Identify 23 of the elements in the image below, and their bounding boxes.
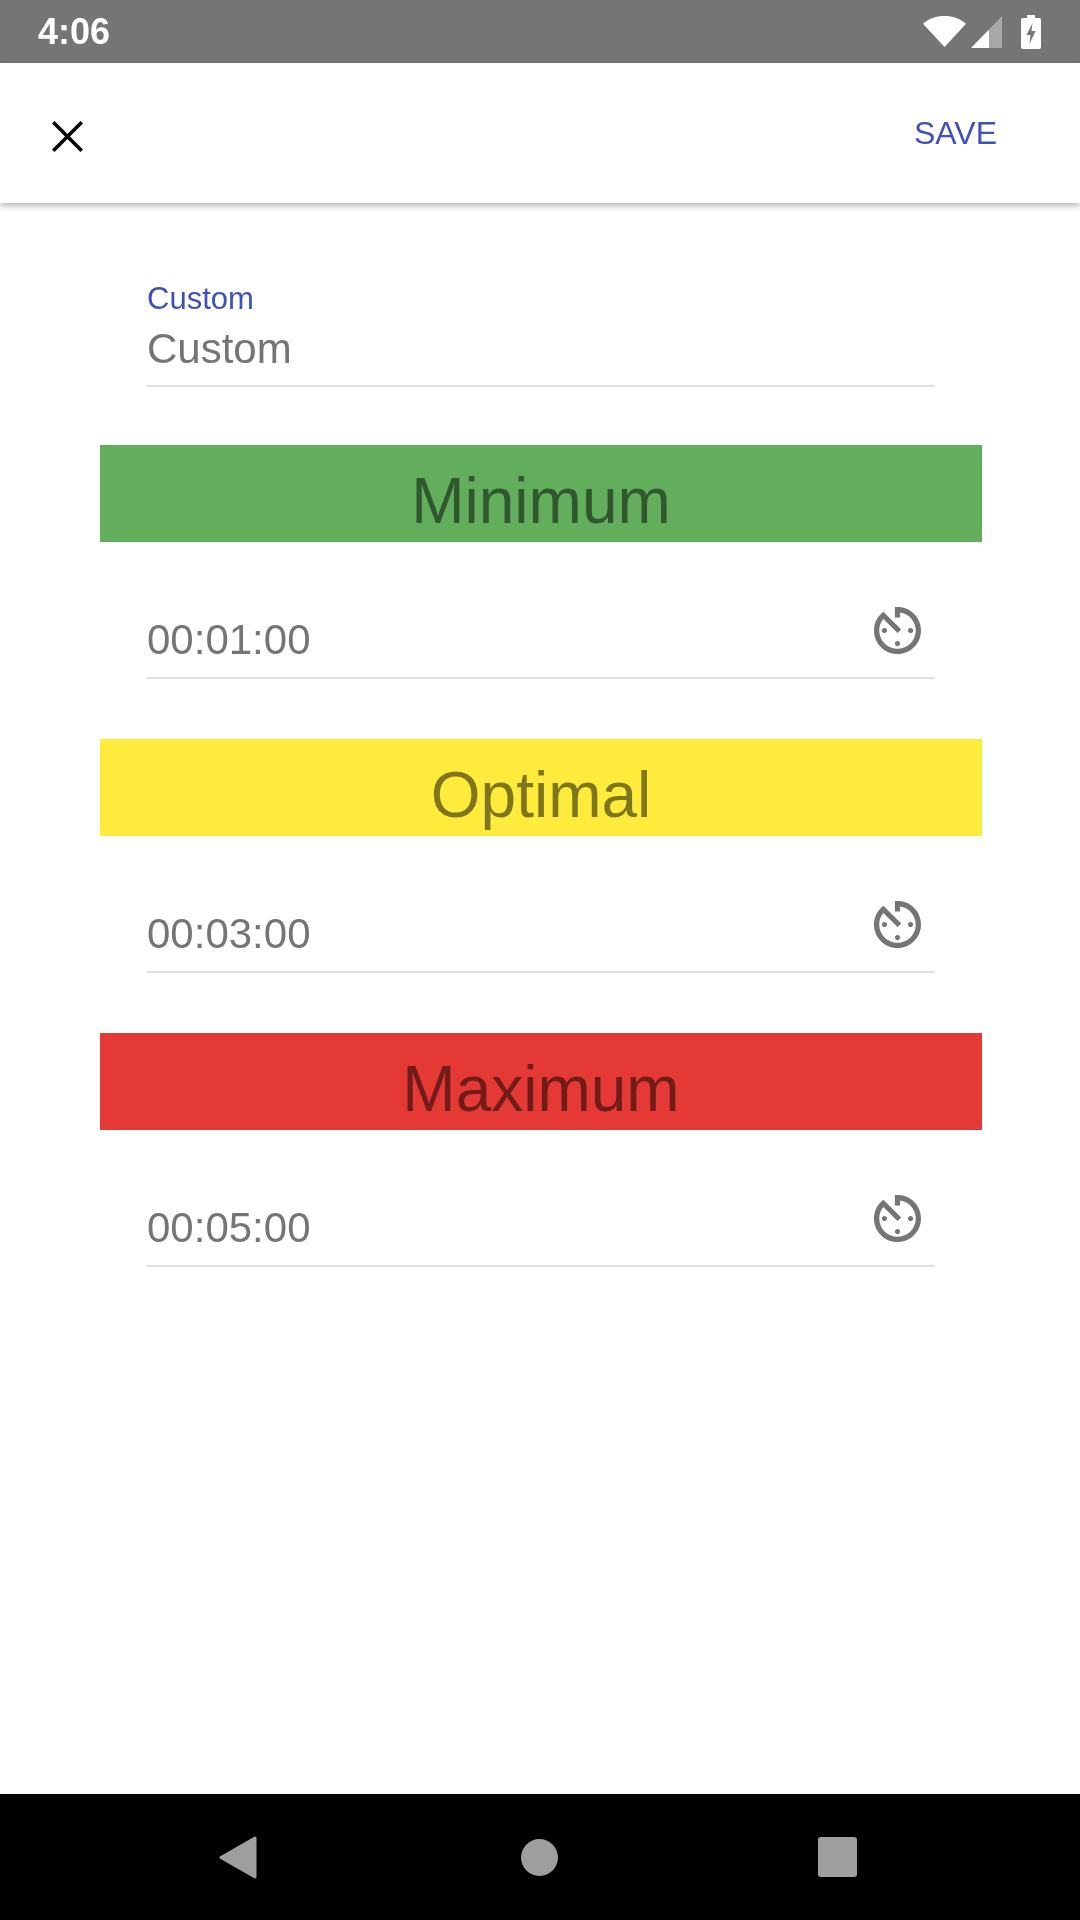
time-value: 00:01:00 <box>147 615 311 664</box>
time-value: 00:03:00 <box>147 909 311 958</box>
range-header: Minimum <box>100 444 982 542</box>
field-value: Custom <box>147 324 292 373</box>
signal-icon <box>971 15 1002 48</box>
timer-icon[interactable] <box>874 1194 921 1242</box>
range-header: Maximum <box>100 1032 982 1130</box>
timer-icon[interactable] <box>874 606 921 654</box>
close-icon[interactable] <box>52 121 83 152</box>
back-icon[interactable] <box>219 1835 257 1879</box>
range-header: Optimal <box>100 738 982 836</box>
save-button[interactable]: SAVE <box>906 114 1005 152</box>
time-field[interactable]: 00:01:00 <box>147 599 935 679</box>
timer-icon[interactable] <box>874 900 921 948</box>
home-icon[interactable] <box>521 1838 558 1876</box>
wifi-icon <box>923 16 966 47</box>
time-field[interactable]: 00:03:00 <box>147 893 935 973</box>
field-label: Custom <box>147 281 254 317</box>
time-field[interactable]: 00:05:00 <box>147 1187 935 1267</box>
time-value: 00:05:00 <box>147 1203 311 1252</box>
name-field[interactable]: Custom Custom <box>147 281 935 387</box>
status-time: 4:06 <box>38 10 111 53</box>
battery-charging-icon <box>1021 14 1041 49</box>
